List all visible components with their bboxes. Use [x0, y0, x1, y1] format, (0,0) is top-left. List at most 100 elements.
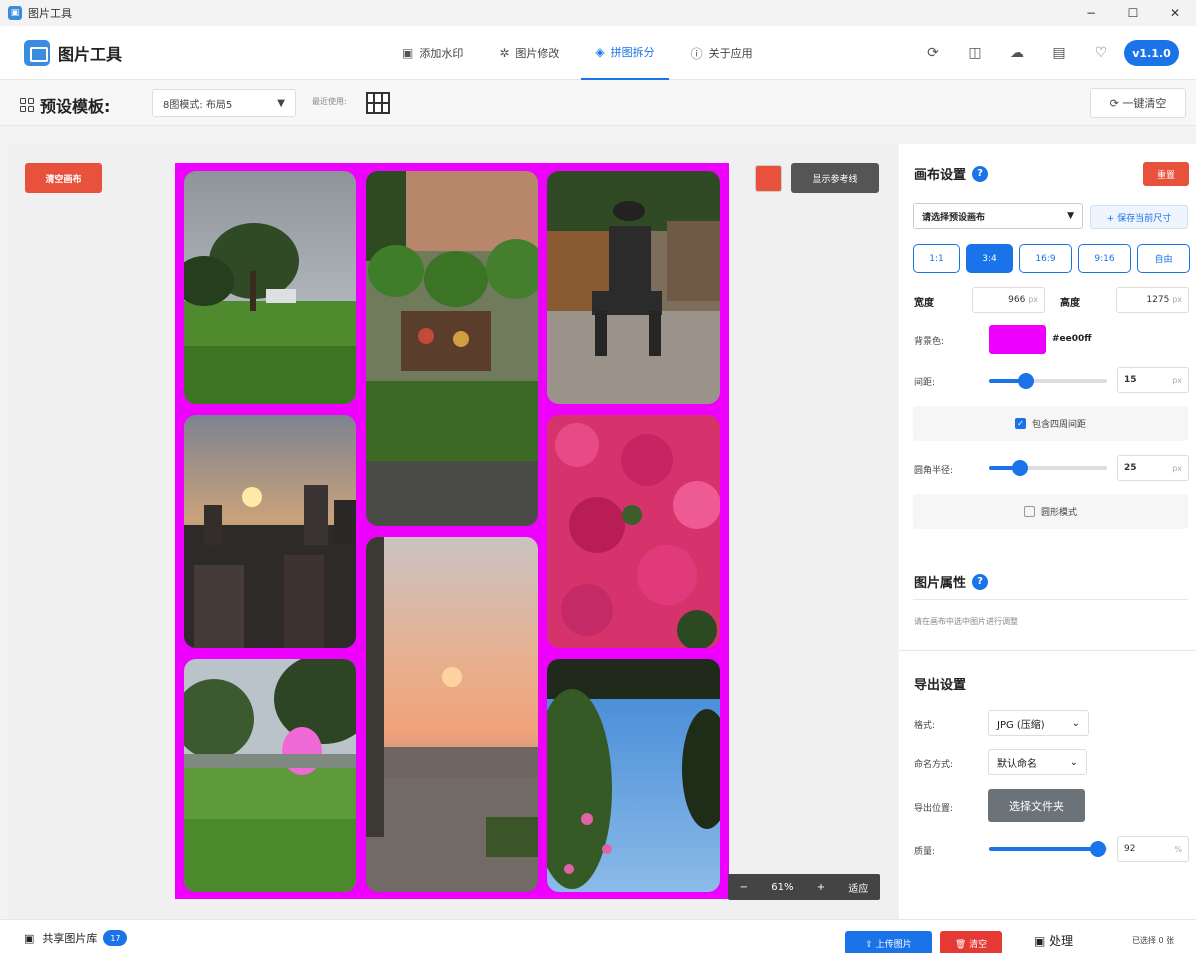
gap-label: 间距: [914, 378, 936, 388]
height-input[interactable]: 1275 px [1116, 287, 1189, 313]
format-select[interactable]: JPG (压缩) ⌄ [988, 710, 1089, 736]
chevron-down-icon: ⌄ [1071, 717, 1080, 729]
chevron-down-icon: ▼ [1067, 211, 1074, 221]
recent-layout-thumb[interactable] [366, 92, 390, 114]
ratio-3-4-button[interactable]: 3:4 [966, 244, 1013, 273]
gap-slider-handle[interactable] [1017, 373, 1034, 389]
main-nav: ▣ 添加水印 ✲ 图片修改 ◈ 拼图拆分 ⓘ 关于应用 [388, 26, 775, 80]
gap-input[interactable]: 15 px [1117, 367, 1189, 393]
photo-balloon-park[interactable] [184, 659, 356, 892]
include-outer-gap-label: 包含四周间距 [1031, 420, 1086, 430]
version-badge[interactable]: v1.1.0 [1124, 40, 1179, 66]
include-outer-gap-option[interactable]: ✓ 包含四周间距 [913, 406, 1188, 441]
library-count-badge: 17 [103, 930, 128, 946]
image-icon: ▣ [24, 931, 35, 945]
naming-value: 默认命名 [997, 758, 1037, 770]
round-mode-label: 圆形模式 [1040, 508, 1077, 518]
show-guides-button[interactable]: 显示参考线 [791, 163, 879, 193]
zoom-level: 61% [771, 881, 794, 893]
collage-canvas[interactable] [175, 163, 729, 899]
photo-tree-lawn[interactable] [184, 171, 356, 404]
window-title: 图片工具 [28, 7, 72, 20]
zoom-in-button[interactable]: + [817, 882, 825, 893]
refresh-icon[interactable]: ⟳ [920, 40, 946, 66]
upload-images-button[interactable]: ⇪ 上传图片 [845, 931, 932, 953]
width-input[interactable]: 966 px [972, 287, 1045, 313]
tab-about[interactable]: ⓘ 关于应用 [677, 26, 767, 80]
gap-value: 15 [1124, 375, 1137, 385]
shared-library[interactable]: ▣ 共享图片库 17 [24, 930, 128, 946]
radius-label: 圆角半径: [914, 466, 954, 476]
quality-slider-handle[interactable] [1089, 841, 1106, 857]
tab-label: 添加水印 [419, 47, 464, 60]
photo-lake-sunrise[interactable] [366, 537, 538, 892]
photo-blue-sky-leaves[interactable] [547, 659, 720, 892]
tab-image-edit[interactable]: ✲ 图片修改 [485, 26, 573, 80]
zoom-fit-button[interactable]: 适应 [848, 880, 868, 895]
heart-icon[interactable]: ♡ [1088, 40, 1114, 66]
ratio-free-button[interactable]: 自由 [1137, 244, 1190, 273]
check-icon[interactable]: ✓ [1014, 418, 1026, 429]
gap-slider[interactable] [989, 373, 1107, 389]
height-value: 1275 [1146, 295, 1170, 305]
ratio-1-1-button[interactable]: 1:1 [913, 244, 960, 273]
bg-color-swatch[interactable] [989, 325, 1046, 354]
file-icon[interactable]: ▤ [1046, 40, 1072, 66]
app-header: 图片工具 ▣ 添加水印 ✲ 图片修改 ◈ 拼图拆分 ⓘ 关于应用 ⟳ ◫ ☁ ▤… [0, 26, 1196, 80]
cloud-icon[interactable]: ☁ [1004, 40, 1030, 66]
naming-label: 命名方式: [914, 760, 954, 770]
title-bar: ▣ 图片工具 − ☐ ✕ [0, 0, 1196, 26]
maximize-button[interactable]: ☐ [1112, 0, 1154, 26]
info-icon: ⓘ [690, 46, 703, 61]
photo-statue[interactable] [547, 171, 720, 404]
radius-slider[interactable] [989, 460, 1107, 476]
clear-canvas-button[interactable]: 清空画布 [25, 163, 102, 193]
image-tool-icon [24, 40, 50, 66]
divider [913, 599, 1188, 600]
photo-pink-flowers[interactable] [547, 415, 720, 648]
canvas-preset-value: 请选择预设画布 [922, 212, 986, 223]
preset-select[interactable]: 8图模式: 布局5 ▼ [152, 89, 296, 117]
grid-icon [20, 98, 34, 112]
book-icon[interactable]: ◫ [962, 40, 988, 66]
clear-images-button[interactable]: 🗑 清空 [940, 931, 1002, 953]
guide-color-swatch[interactable] [755, 165, 782, 192]
window-controls: − ☐ ✕ [1070, 0, 1196, 26]
ratio-16-9-button[interactable]: 16:9 [1019, 244, 1072, 273]
location-label: 导出位置: [914, 804, 954, 814]
reset-button[interactable]: 重置 [1143, 162, 1189, 186]
checkbox-icon[interactable] [1023, 506, 1035, 517]
canvas-preset-select[interactable]: 请选择预设画布 ▼ [913, 203, 1083, 229]
process-tab[interactable]: ▣ 处理 [1034, 932, 1073, 949]
tab-collage-split[interactable]: ◈ 拼图拆分 [581, 26, 669, 80]
chevron-down-icon: ▼ [277, 97, 285, 109]
width-label: 宽度 [914, 298, 934, 309]
help-icon[interactable]: ? [972, 165, 989, 182]
export-settings-title: 导出设置 [914, 678, 967, 693]
app-icon: ▣ [8, 6, 22, 20]
photo-sunset-city[interactable] [184, 415, 356, 648]
minimize-button[interactable]: − [1070, 0, 1112, 26]
radius-value: 25 [1124, 463, 1137, 473]
save-size-button[interactable]: + 保存当前尺寸 [1090, 205, 1188, 229]
photo-garden[interactable] [366, 171, 538, 526]
bottom-bar: ▣ 共享图片库 17 ⇪ 上传图片 🗑 清空 ▣ 处理 已选择 0 张 [0, 919, 1196, 953]
help-icon[interactable]: ? [972, 573, 989, 590]
round-mode-option[interactable]: 圆形模式 [913, 494, 1188, 529]
zoom-controls: − 61% + 适应 [728, 874, 880, 900]
radius-input[interactable]: 25 px [1117, 455, 1189, 481]
chevron-down-icon: ⌄ [1069, 756, 1078, 768]
tab-watermark[interactable]: ▣ 添加水印 [388, 26, 477, 80]
zoom-out-button[interactable]: − [740, 882, 748, 893]
quality-slider[interactable] [989, 841, 1107, 857]
radius-slider-handle[interactable] [1011, 460, 1028, 476]
ratio-buttons: 1:1 3:4 16:9 9:16 自由 [913, 244, 1190, 273]
naming-select[interactable]: 默认命名 ⌄ [988, 749, 1087, 775]
close-button[interactable]: ✕ [1154, 0, 1196, 26]
choose-folder-button[interactable]: 选择文件夹 [988, 789, 1085, 822]
clear-all-button[interactable]: ⟳ 一键清空 [1090, 88, 1186, 118]
divider [899, 650, 1196, 651]
quality-input[interactable]: 92 % [1117, 836, 1189, 862]
selected-count: 已选择 0 张 [1132, 936, 1175, 945]
ratio-9-16-button[interactable]: 9:16 [1078, 244, 1131, 273]
